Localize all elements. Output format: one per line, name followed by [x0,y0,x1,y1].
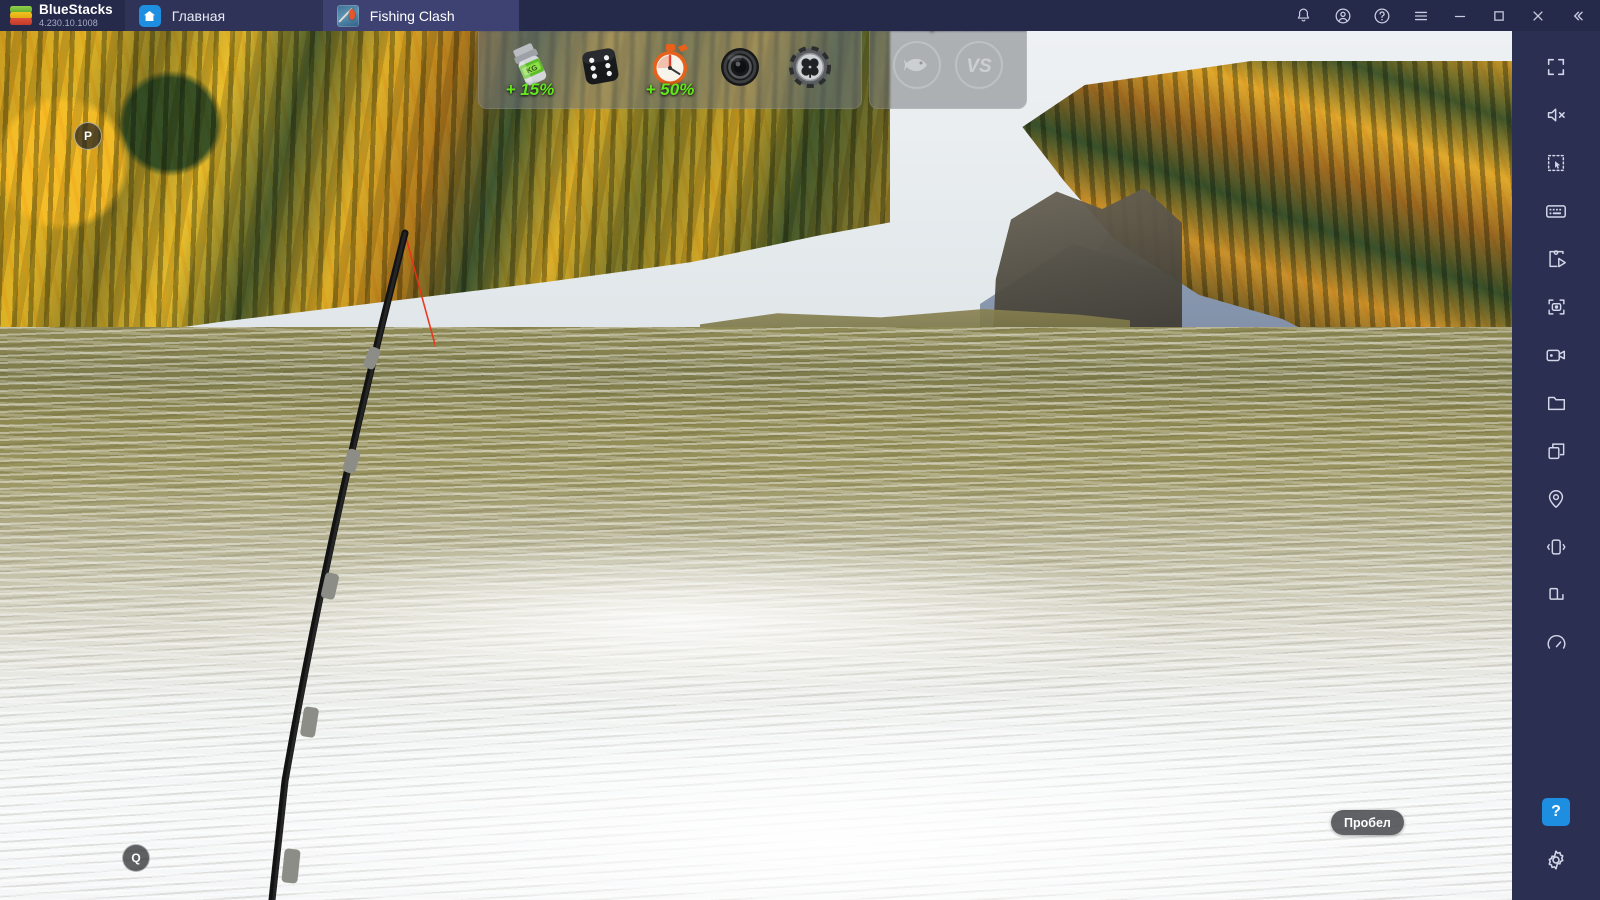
tab-fishing-clash-label: Fishing Clash [369,7,455,24]
tab-fishing-clash[interactable]: Fishing Clash [322,0,519,31]
license-slot-row: VS [869,41,1027,89]
boost-slot-weight[interactable]: KG + 15% [501,37,559,99]
help-icon[interactable] [1362,0,1401,31]
notifications-icon[interactable] [1284,0,1323,31]
bluestacks-logo-icon [10,5,32,26]
boost-slot-reel[interactable] [711,37,769,99]
boost-slot-dice[interactable] [571,37,629,99]
select-region-icon[interactable] [1512,139,1600,187]
svg-text:VS: VS [966,56,992,77]
clover-chip-icon [789,46,831,88]
license-slot-fish[interactable] [893,41,941,89]
account-icon[interactable] [1323,0,1362,31]
key-hint-q[interactable]: Q [122,844,150,872]
settings-gear-icon[interactable] [1512,836,1600,884]
location-icon[interactable] [1512,475,1600,523]
dice-icon [582,48,619,85]
help-button[interactable]: ? [1512,788,1600,836]
close-icon[interactable] [1518,0,1557,31]
bluestacks-brand: BlueStacks 4.230.10.1008 [0,0,125,31]
titlebar-spacer [519,0,1284,31]
boost-slot-stopwatch[interactable]: + 50% [641,37,699,99]
rotate-screen-icon[interactable] [1512,571,1600,619]
shake-icon[interactable] [1512,523,1600,571]
boost-stopwatch-value: + 50% [645,80,695,99]
game-viewport[interactable]: P Q [0,31,1512,900]
fish-icon [904,58,927,72]
bluestacks-sidebar: ? [1512,31,1600,900]
brand-name: BlueStacks [39,2,113,18]
titlebar-buttons [1284,0,1600,31]
macro-play-icon[interactable] [1512,235,1600,283]
collapse-sidebar-icon[interactable] [1557,0,1596,31]
menu-icon[interactable] [1401,0,1440,31]
performance-icon[interactable] [1512,619,1600,667]
key-hint-p[interactable]: P [74,122,102,150]
boosts-slot-row: KG + 15% + 50% [478,37,862,99]
mute-icon[interactable] [1512,91,1600,139]
home-icon [138,4,161,27]
boost-slot-clover[interactable] [781,37,839,99]
fishing-clash-icon [336,4,359,27]
versus-icon: VS [966,56,992,77]
title-bar: BlueStacks 4.230.10.1008 Главная Fishing… [0,0,1600,31]
bluestacks-window: BlueStacks 4.230.10.1008 Главная Fishing… [0,0,1600,900]
keyboard-controls-icon[interactable] [1512,187,1600,235]
media-folder-icon[interactable] [1512,379,1600,427]
maximize-icon[interactable] [1479,0,1518,31]
water-glare [0,501,1512,900]
fullscreen-icon[interactable] [1512,43,1600,91]
reel-icon [721,48,759,86]
screenshot-icon[interactable] [1512,283,1600,331]
brand-version: 4.230.10.1008 [39,17,98,28]
help-button-label: ? [1542,798,1570,826]
tab-home[interactable]: Главная [124,0,323,31]
multi-instance-icon[interactable] [1512,427,1600,475]
license-slot-versus[interactable]: VS [955,41,1003,89]
record-screen-icon[interactable] [1512,331,1600,379]
tab-home-label: Главная [171,7,226,24]
boost-weight-value: + 15% [505,80,555,99]
minimize-icon[interactable] [1440,0,1479,31]
key-hint-space[interactable]: Пробел [1331,810,1404,835]
